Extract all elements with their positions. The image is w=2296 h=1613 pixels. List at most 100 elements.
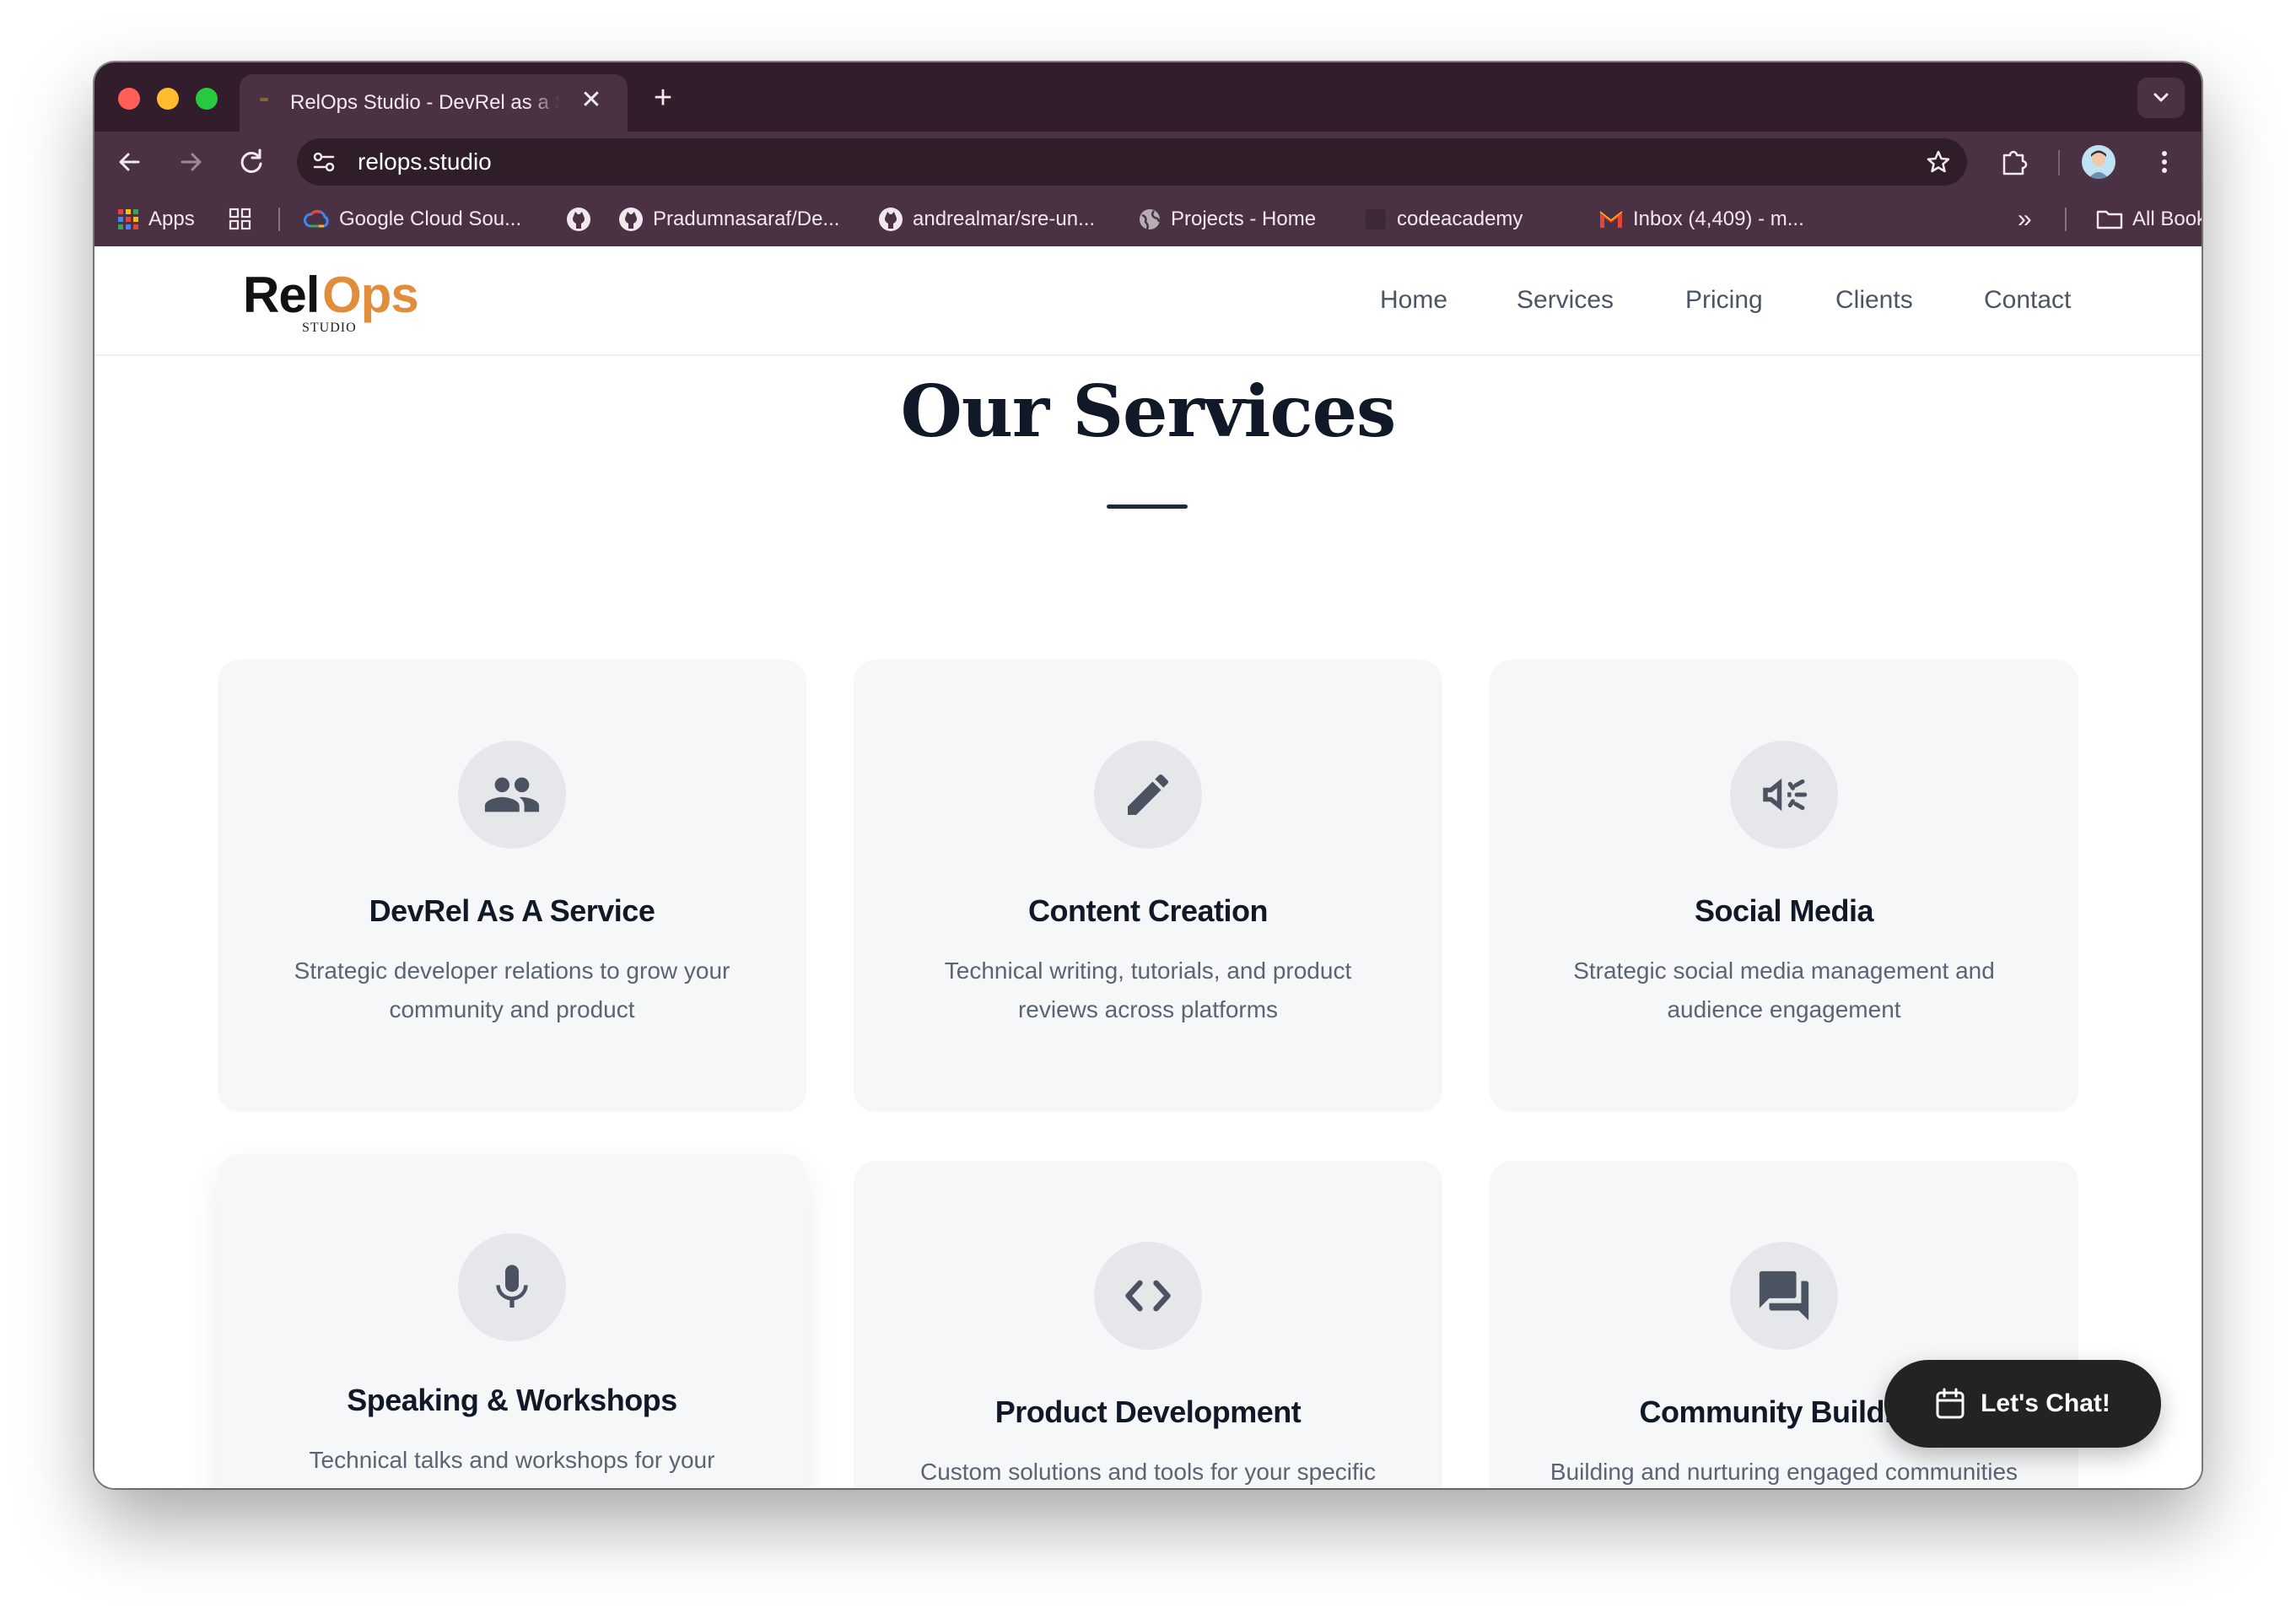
card-description: Custom solutions and tools for your spec…: [919, 1459, 1377, 1485]
tab-relops[interactable]: RelOps Studio - DevRel as a Service ✕: [240, 74, 628, 132]
logo-rel-text: Rel: [243, 267, 320, 323]
new-tab-button[interactable]: +: [646, 81, 680, 115]
icon-circle: [1730, 1242, 1838, 1350]
people-icon: [484, 777, 540, 812]
tab-search-button[interactable]: [2137, 78, 2185, 118]
site-settings-icon[interactable]: [310, 148, 337, 175]
site-navbar: Rel Ops STUDIO Home Services Pricing Cli…: [94, 246, 2202, 356]
service-card-devrel[interactable]: DevRel As A Service Strategic developer …: [218, 660, 806, 1112]
minimize-window-button[interactable]: [157, 88, 179, 110]
card-title: Content Creation: [1028, 893, 1269, 928]
icon-circle: [1094, 1242, 1202, 1350]
microphone-icon: [496, 1265, 528, 1308]
profile-avatar-icon: [2088, 150, 2109, 179]
toolbar-divider: [2058, 150, 2060, 175]
card-description: Technical talks and workshops for your c…: [309, 1447, 715, 1488]
section-title: Our Services: [900, 370, 1397, 453]
bookmark-apps[interactable]: Apps: [116, 206, 195, 233]
all-bookmarks-button[interactable]: All Bookmarks: [2095, 206, 2202, 233]
card-description: Strategic developer relations to grow yo…: [294, 958, 730, 1022]
more-menu-icon[interactable]: [2148, 145, 2181, 179]
card-title: Social Media: [1694, 893, 1874, 928]
browser-toolbar: relops.studio: [94, 132, 2202, 192]
service-card-speaking[interactable]: Speaking & Workshops Technical talks and…: [218, 1154, 806, 1488]
close-window-button[interactable]: [118, 88, 140, 110]
logo-ops-text: Ops: [322, 267, 419, 323]
bookmark-tab-groups[interactable]: [228, 206, 261, 233]
icon-circle: [458, 741, 566, 849]
bookmark-pradumnasaraf[interactable]: Pradumnasaraf/De...: [617, 206, 839, 233]
browser-window: RelOps Studio - DevRel as a Service ✕ +: [94, 62, 2202, 1488]
maximize-window-button[interactable]: [196, 88, 218, 110]
megaphone-icon: [1763, 778, 1808, 812]
card-title: DevRel As A Service: [369, 893, 655, 928]
bookmark-label: codeacademy: [1397, 208, 1523, 230]
bookmarks-overflow-button[interactable]: »: [2018, 205, 2032, 233]
bookmark-gmail-inbox[interactable]: Inbox (4,409) - m...: [1598, 206, 1804, 233]
page-content: Rel Ops STUDIO Home Services Pricing Cli…: [94, 246, 2202, 1488]
codeacademy-icon: [1366, 209, 1386, 229]
service-card-product[interactable]: Product Development Custom solutions and…: [854, 1161, 1442, 1488]
service-card-social[interactable]: Social Media Strategic social media mana…: [1490, 660, 2078, 1112]
favicon-icon: [260, 98, 268, 101]
back-arrow-icon: [119, 153, 140, 171]
card-title: Speaking & Workshops: [347, 1383, 677, 1417]
bookmark-google-cloud[interactable]: Google Cloud Sou...: [304, 206, 521, 233]
bookmark-divider: [2065, 208, 2067, 231]
icon-circle: [1094, 741, 1202, 849]
back-button[interactable]: [110, 142, 150, 182]
reload-icon: [240, 148, 262, 173]
bookmark-label: All Bookmarks: [2132, 208, 2202, 230]
bookmark-label: andrealmar/sre-un...: [913, 208, 1096, 230]
github-icon: [879, 208, 903, 231]
nav-services[interactable]: Services: [1517, 283, 1614, 317]
chat-button-label: Let's Chat!: [1981, 1389, 2110, 1417]
nav-contact[interactable]: Contact: [1984, 283, 2071, 317]
card-title: Product Development: [994, 1395, 1302, 1429]
calendar-icon: [1936, 1388, 1965, 1419]
service-card-content[interactable]: Content Creation Technical writing, tuto…: [854, 660, 1442, 1112]
bookmark-divider: [278, 208, 280, 231]
bookmarks-bar: Apps Google Cloud Sou... Pradumnasaraf/D…: [94, 192, 2202, 247]
nav-pricing[interactable]: Pricing: [1685, 283, 1763, 317]
globe-icon: [1140, 209, 1161, 230]
card-description: Technical writing, tutorials, and produc…: [944, 958, 1352, 1022]
bookmark-andrealmar[interactable]: andrealmar/sre-un...: [877, 206, 1095, 233]
profile-avatar[interactable]: [2082, 145, 2115, 179]
bookmark-label: Pradumnasaraf/De...: [653, 208, 840, 230]
tab-strip: RelOps Studio - DevRel as a Service ✕ +: [94, 62, 2202, 132]
address-bar[interactable]: relops.studio: [297, 138, 1967, 186]
tab-title: RelOps Studio - DevRel as a Service: [290, 91, 560, 114]
code-icon: [1125, 1280, 1171, 1312]
lets-chat-button[interactable]: Let's Chat!: [1884, 1360, 2161, 1448]
nav-home[interactable]: Home: [1380, 283, 1447, 317]
forward-button[interactable]: [170, 142, 211, 182]
bookmark-label: Google Cloud Sou...: [339, 208, 522, 230]
gmail-icon: [1599, 211, 1623, 228]
forum-icon: [1759, 1270, 1809, 1321]
icon-circle: [1730, 741, 1838, 849]
icon-circle: [458, 1233, 566, 1341]
apps-grid-icon: [118, 209, 138, 229]
github-icon: [619, 208, 643, 231]
forward-arrow-icon: [181, 153, 202, 171]
bookmark-codeacademy[interactable]: codeacademy: [1363, 206, 1523, 233]
bookmark-label: Inbox (4,409) - m...: [1633, 208, 1804, 230]
bookmark-star-icon[interactable]: [1925, 148, 1952, 175]
card-description: Strategic social media management and au…: [1573, 958, 1995, 1022]
reload-button[interactable]: [231, 142, 272, 182]
google-cloud-icon: [304, 209, 329, 228]
logo-studio-text: STUDIO: [302, 321, 357, 335]
github-icon: [567, 208, 590, 231]
pencil-icon: [1128, 774, 1169, 815]
url-text: relops.studio: [358, 148, 492, 175]
bookmark-projects-home[interactable]: Projects - Home: [1137, 206, 1316, 233]
title-underline: [1107, 504, 1188, 509]
folder-icon: [2096, 210, 2123, 229]
relops-logo[interactable]: Rel Ops STUDIO: [243, 265, 428, 341]
tab-close-icon[interactable]: ✕: [577, 86, 606, 115]
bookmark-github[interactable]: [565, 206, 601, 233]
chevron-down-icon: [2153, 93, 2169, 102]
nav-clients[interactable]: Clients: [1835, 283, 1913, 317]
extensions-icon[interactable]: [1997, 145, 2031, 179]
